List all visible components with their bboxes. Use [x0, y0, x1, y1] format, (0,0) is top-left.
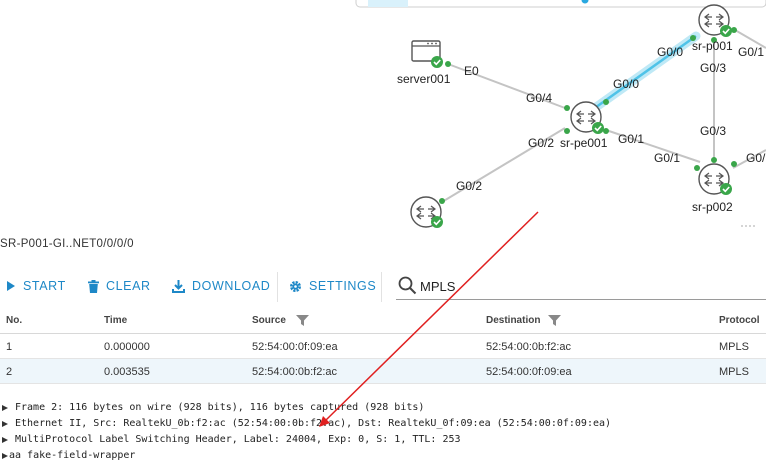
expand-arrow-icon[interactable]	[2, 421, 8, 427]
start-label: START	[23, 279, 66, 293]
iface-p002-g01: G0/1	[654, 151, 680, 165]
iface-p001-right: G0/1	[738, 45, 764, 59]
detail-row-fake-field[interactable]: aa fake-field-wrapper	[0, 448, 766, 464]
trash-icon	[88, 279, 99, 293]
play-icon	[7, 281, 15, 291]
column-header-protocol[interactable]: Protocol	[719, 308, 760, 334]
detail-row-ethernet[interactable]: Ethernet II, Src: RealtekU_0b:f2:ac (52:…	[0, 416, 766, 432]
cell-source: 52:54:00:0f:09:ea	[252, 341, 338, 353]
column-header-time[interactable]: Time	[104, 308, 127, 334]
iface-pe-g01: G0/1	[618, 132, 644, 146]
node-bottom-router[interactable]	[410, 196, 443, 228]
settings-label: SETTINGS	[309, 279, 377, 293]
gear-icon	[290, 280, 301, 292]
toolbar-divider	[381, 272, 382, 302]
iface-p002-g03: G0/3	[700, 124, 726, 138]
iface-pe-g04: G0/4	[526, 91, 552, 105]
expand-arrow-icon[interactable]	[2, 437, 8, 443]
topology-canvas[interactable]: E0 G0/4 G0/0 G0/0 G0/1 G0/1 G0/2 G0/2 G0…	[0, 0, 766, 228]
detail-text: MultiProtocol Label Switching Header, La…	[15, 434, 461, 445]
cell-no: 1	[6, 341, 13, 353]
iface-p001-g03: G0/3	[700, 61, 726, 75]
cell-time: 0.000000	[104, 341, 150, 353]
status-ok-icon	[720, 25, 732, 37]
settings-button[interactable]: SETTINGS	[289, 270, 376, 302]
cell-time: 0.003535	[104, 366, 150, 378]
column-header-source[interactable]: Source	[252, 308, 286, 334]
capture-title: SR-P001-GI..NET0/0/0/0	[0, 238, 134, 250]
download-label: DOWNLOAD	[192, 279, 271, 293]
start-button[interactable]: START	[6, 270, 66, 302]
cell-destination: 52:54:00:0b:f2:ac	[486, 341, 572, 353]
download-icon	[172, 279, 185, 293]
iface-p002-right: G0/	[746, 151, 766, 165]
detail-text: aa fake-field-wrapper	[9, 450, 136, 461]
table-row[interactable]: 2 0.003535 52:54:00:0b:f2:ac 52:54:00:0f…	[0, 359, 766, 384]
packet-detail-tree: Frame 2: 116 bytes on wire (928 bits), 1…	[0, 400, 766, 464]
filter-field[interactable]	[396, 272, 766, 300]
expand-arrow-icon[interactable]	[2, 453, 8, 459]
resize-handle-icon[interactable]	[741, 225, 755, 227]
status-ok-icon	[592, 122, 604, 134]
status-ok-icon	[431, 56, 443, 68]
clear-label: CLEAR	[106, 279, 151, 293]
table-header: No. Time Source Destination Protocol	[0, 308, 766, 334]
column-header-no[interactable]: No.	[6, 308, 22, 334]
clear-button[interactable]: CLEAR	[88, 270, 151, 302]
cell-protocol: MPLS	[719, 366, 749, 378]
iface-server-e0: E0	[464, 64, 479, 78]
table-row[interactable]: 1 0.000000 52:54:00:0f:09:ea 52:54:00:0b…	[0, 334, 766, 359]
node-server001[interactable]: server001	[397, 40, 451, 86]
cell-no: 2	[6, 366, 13, 378]
toolbar-divider	[277, 272, 278, 302]
detail-row-frame[interactable]: Frame 2: 116 bytes on wire (928 bits), 1…	[0, 400, 766, 416]
cell-source: 52:54:00:0b:f2:ac	[252, 366, 338, 378]
top-panel-edge	[355, 0, 766, 8]
node-label-sr-p002: sr-p002	[692, 200, 733, 214]
node-label-sr-p001: sr-p001	[692, 39, 733, 53]
filter-input[interactable]	[420, 276, 740, 296]
detail-text: Frame 2: 116 bytes on wire (928 bits), 1…	[15, 402, 425, 413]
iface-pe-g02: G0/2	[528, 136, 554, 150]
detail-text: Ethernet II, Src: RealtekU_0b:f2:ac (52:…	[15, 418, 612, 429]
detail-row-mpls[interactable]: MultiProtocol Label Switching Header, La…	[0, 432, 766, 448]
search-icon	[398, 276, 417, 295]
iface-bottom-g02: G0/2	[456, 179, 482, 193]
download-button[interactable]: DOWNLOAD	[172, 270, 270, 302]
node-sr-p002[interactable]: sr-p002	[692, 163, 733, 214]
filter-funnel-icon[interactable]	[296, 315, 309, 326]
cell-destination: 52:54:00:0f:09:ea	[486, 366, 572, 378]
status-ok-icon	[431, 216, 443, 228]
status-ok-icon	[720, 183, 732, 195]
expand-arrow-icon[interactable]	[2, 405, 8, 411]
iface-p001-g00: G0/0	[657, 45, 683, 59]
column-header-destination[interactable]: Destination	[486, 308, 540, 334]
packet-table: No. Time Source Destination Protocol 1 0…	[0, 308, 766, 384]
node-label-sr-pe001: sr-pe001	[560, 136, 608, 150]
filter-funnel-icon[interactable]	[548, 315, 561, 326]
iface-pe-g00: G0/0	[613, 77, 639, 91]
cell-protocol: MPLS	[719, 341, 749, 353]
node-sr-p001[interactable]: sr-p001	[692, 4, 733, 53]
node-label-server001: server001	[397, 72, 451, 86]
